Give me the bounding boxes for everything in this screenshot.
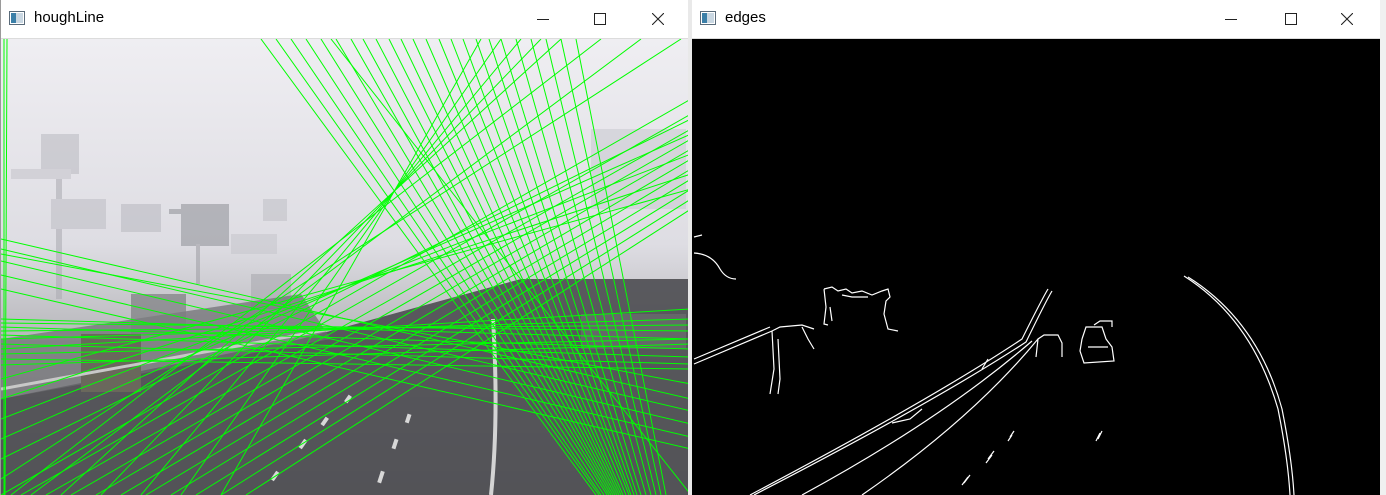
close-button[interactable] — [630, 0, 686, 38]
houghline-window: houghLine — [0, 0, 690, 495]
maximize-icon — [594, 13, 606, 25]
minimize-button[interactable] — [1203, 0, 1259, 38]
maximize-icon — [1285, 13, 1297, 25]
edges-image — [692, 39, 1380, 495]
edges-image-canvas — [692, 39, 1380, 495]
window-title: houghLine — [34, 9, 105, 26]
close-icon — [652, 13, 664, 25]
window-title: edges — [725, 9, 766, 26]
hough-image — [1, 39, 690, 495]
houghline-titlebar[interactable]: houghLine — [1, 0, 690, 39]
maximize-button[interactable] — [572, 0, 628, 38]
maximize-button[interactable] — [1263, 0, 1319, 38]
edges-titlebar[interactable]: edges — [692, 0, 1380, 39]
minimize-button[interactable] — [515, 0, 571, 38]
edges-window: edges — [692, 0, 1380, 495]
close-icon — [1341, 13, 1353, 25]
minimize-icon — [1225, 19, 1237, 20]
hough-image-canvas — [1, 39, 690, 495]
image-window-icon — [9, 11, 25, 25]
close-button[interactable] — [1319, 0, 1375, 38]
image-window-icon — [700, 11, 716, 25]
minimize-icon — [537, 19, 549, 20]
